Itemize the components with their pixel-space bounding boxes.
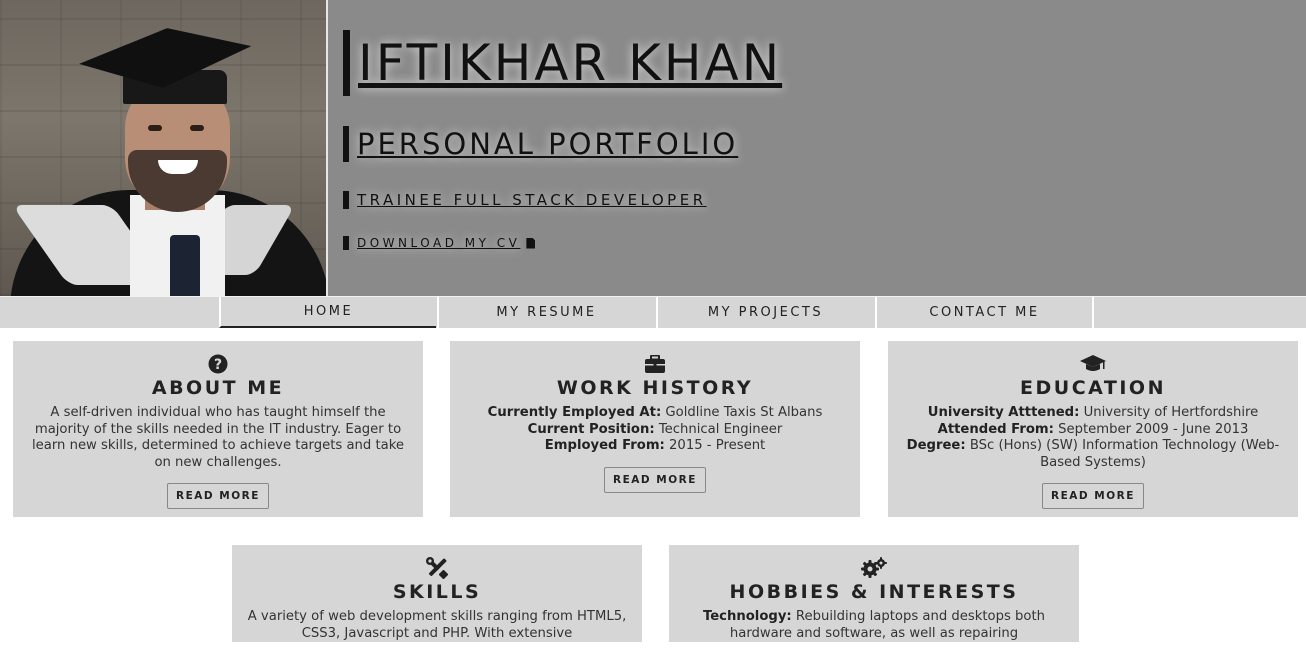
work-details: Currently Employed At: Goldline Taxis St… (462, 405, 848, 455)
education-details: University Atttened: University of Hertf… (900, 405, 1286, 471)
role-text: TRAINEE FULL STACK DEVELOPER (357, 191, 707, 209)
svg-text:?: ? (214, 357, 222, 373)
education-row-value: BSc (Hons) (SW) Information Technology (… (969, 438, 1280, 470)
work-history-card: WORK HISTORY Currently Employed At: Gold… (450, 341, 860, 517)
nav-item-my-projects[interactable]: MY PROJECTS (656, 297, 873, 328)
read-more-button[interactable]: READ MORE (1042, 483, 1144, 509)
file-download-icon[interactable] (526, 237, 536, 249)
nav-item-label[interactable]: CONTACT ME (929, 305, 1039, 320)
work-row: Employed From: 2015 - Present (462, 438, 848, 455)
education-row-label: Degree: (906, 438, 966, 453)
education-row: Attended From: September 2009 - June 201… (900, 422, 1286, 439)
card-title: HOBBIES & INTERESTS (729, 581, 1019, 603)
briefcase-icon (462, 353, 848, 375)
question-circle-icon: ? (25, 353, 411, 375)
skills-card: SKILLS A variety of web development skil… (232, 545, 642, 642)
hobbies-card: HOBBIES & INTERESTS Technology: Rebuildi… (669, 545, 1079, 642)
education-row-label: University Atttened: (927, 405, 1080, 420)
profile-photo (0, 0, 328, 296)
nav-item-my-resume[interactable]: MY RESUME (437, 297, 654, 328)
education-card: EDUCATION University Atttened: Universit… (888, 341, 1298, 517)
work-row: Currently Employed At: Goldline Taxis St… (462, 405, 848, 422)
card-title: SKILLS (392, 581, 482, 603)
download-cv-label[interactable]: DOWNLOAD MY CV (357, 236, 520, 250)
work-row-label: Currently Employed At: (487, 405, 662, 420)
download-cv-link[interactable]: DOWNLOAD MY CV (343, 236, 536, 250)
education-row: University Atttened: University of Hertf… (900, 405, 1286, 422)
card-title: ABOUT ME (151, 377, 285, 399)
hobbies-label: Technology: (702, 609, 792, 624)
work-row-label: Employed From: (544, 438, 665, 453)
card-title: WORK HISTORY (556, 377, 754, 399)
nav-item-label[interactable]: MY RESUME (496, 305, 596, 320)
work-row-label: Current Position: (527, 421, 655, 437)
header-banner: IFTIKHAR KHAN PERSONAL PORTFOLIO TRAINEE… (0, 0, 1306, 296)
about-card: ? ABOUT ME A self-driven individual who … (13, 341, 423, 517)
card-text: A variety of web development skills rang… (247, 609, 627, 641)
work-row-value: Goldline Taxis St Albans (665, 405, 823, 420)
work-row: Current Position: Technical Engineer (462, 422, 848, 439)
gears-icon (681, 557, 1067, 579)
tools-icon (244, 557, 630, 579)
work-row-value: Technical Engineer (658, 421, 783, 437)
read-more-button[interactable]: READ MORE (604, 466, 706, 493)
education-row-label: Attended From: (937, 421, 1054, 437)
education-row: Degree: BSc (Hons) (SW) Information Tech… (900, 438, 1286, 471)
name-heading: IFTIKHAR KHAN (343, 30, 782, 96)
nav-item-home[interactable]: HOME (219, 297, 436, 328)
graduation-cap-icon (900, 353, 1286, 375)
hobbies-details: Technology: Rebuilding laptops and deskt… (681, 609, 1067, 642)
main-nav: HOME MY RESUME MY PROJECTS CONTACT ME (0, 296, 1306, 328)
read-more-button[interactable]: READ MORE (167, 483, 269, 509)
subtitle-text: PERSONAL PORTFOLIO (357, 127, 739, 161)
subtitle-heading: PERSONAL PORTFOLIO (343, 126, 738, 162)
education-row-value: University of Hertfordshire (1083, 405, 1259, 420)
card-text: A self-driven individual who has taught … (31, 405, 404, 470)
card-title: EDUCATION (1020, 377, 1166, 399)
nav-item-label[interactable]: HOME (304, 304, 353, 319)
nav-divider (1092, 297, 1094, 328)
nav-item-label[interactable]: MY PROJECTS (708, 305, 823, 320)
education-row-value: September 2009 - June 2013 (1058, 421, 1249, 437)
role-heading: TRAINEE FULL STACK DEVELOPER (343, 191, 707, 209)
nav-item-contact-me[interactable]: CONTACT ME (875, 297, 1092, 328)
name-text: IFTIKHAR KHAN (358, 34, 783, 92)
work-row-value: 2015 - Present (669, 438, 766, 453)
